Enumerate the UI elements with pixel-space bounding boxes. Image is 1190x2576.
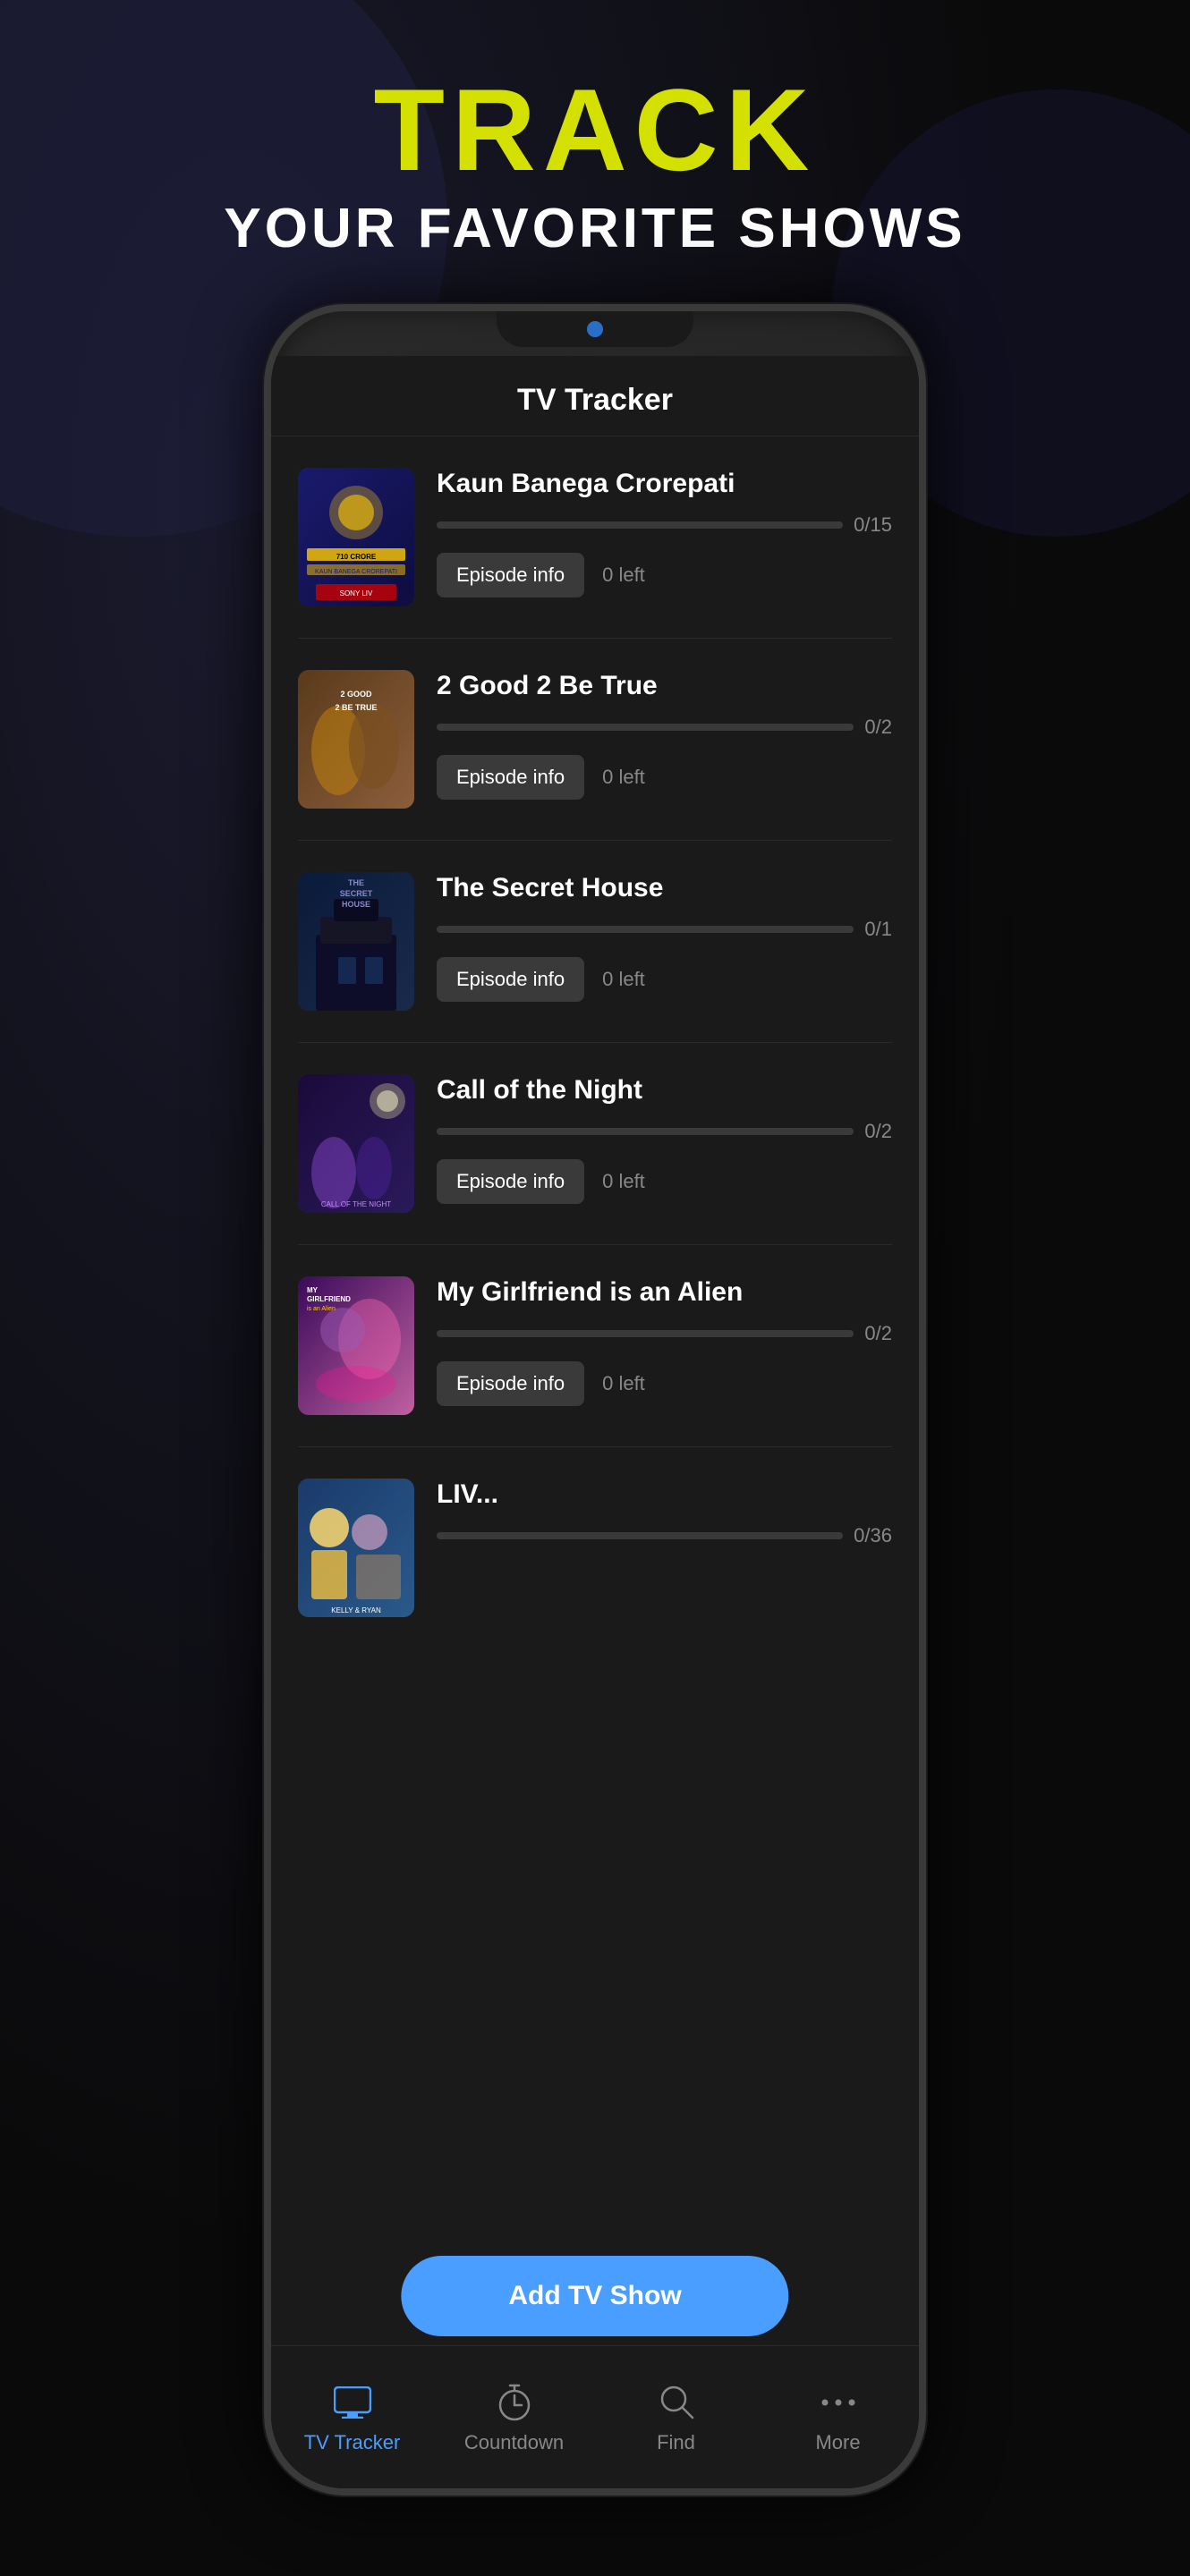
nav-item-find[interactable]: Find (614, 2381, 739, 2454)
show-thumbnail-2good: 2 GOOD 2 BE TRUE (298, 670, 414, 809)
show-thumbnail-secret: THE SECRET HOUSE (298, 872, 414, 1011)
phone-frame: TV Tracker (264, 304, 926, 2496)
more-icon (817, 2381, 860, 2424)
nav-item-tv-tracker[interactable]: TV Tracker (290, 2381, 415, 2454)
progress-row-night: 0/2 (437, 1120, 892, 1143)
svg-text:MY: MY (307, 1286, 319, 1294)
svg-text:SONY LIV: SONY LIV (340, 589, 373, 597)
left-text-secret: 0 left (602, 968, 645, 991)
phone-screen: TV Tracker (271, 356, 919, 2488)
nav-label-more: More (815, 2431, 860, 2454)
svg-text:THE: THE (348, 878, 364, 887)
show-info-kbc: Kaun Banega Crorepati 0/15 Episode info … (437, 468, 892, 597)
show-title-secret: The Secret House (437, 872, 892, 904)
shows-list[interactable]: 710 CRORE KAUN BANEGA CROREPATI SONY LIV… (271, 436, 919, 2417)
header-subtitle: YOUR FAVORITE SHOWS (0, 197, 1190, 260)
show-thumbnail-night: CALL OF THE NIGHT (298, 1074, 414, 1213)
notch-camera (587, 321, 603, 337)
show-item-alien: MY GIRLFRIEND is an Alien My Girlfriend … (298, 1245, 892, 1447)
progress-bar-bg-2good (437, 724, 854, 731)
show-thumbnail-alien: MY GIRLFRIEND is an Alien (298, 1276, 414, 1415)
show-info-alien: My Girlfriend is an Alien 0/2 Episode in… (437, 1276, 892, 1406)
episode-info-btn-secret[interactable]: Episode info (437, 957, 584, 1002)
find-icon (655, 2381, 698, 2424)
left-text-alien: 0 left (602, 1372, 645, 1395)
nav-item-countdown[interactable]: Countdown (452, 2381, 577, 2454)
svg-text:2 GOOD: 2 GOOD (340, 690, 372, 699)
show-title-night: Call of the Night (437, 1074, 892, 1106)
progress-text-secret: 0/1 (864, 918, 892, 941)
progress-row-secret: 0/1 (437, 918, 892, 941)
left-text-kbc: 0 left (602, 564, 645, 587)
progress-row-2good: 0/2 (437, 716, 892, 739)
show-item-night: CALL OF THE NIGHT Call of the Night 0/2 … (298, 1043, 892, 1245)
show-thumbnail-kbc: 710 CRORE KAUN BANEGA CROREPATI SONY LIV (298, 468, 414, 606)
show-title-2good: 2 Good 2 Be True (437, 670, 892, 702)
progress-row-kbc: 0/15 (437, 513, 892, 537)
nav-item-more[interactable]: More (776, 2381, 901, 2454)
nav-label-tv-tracker: TV Tracker (304, 2431, 401, 2454)
svg-text:2 BE TRUE: 2 BE TRUE (335, 703, 377, 712)
show-actions-secret: Episode info 0 left (437, 957, 892, 1002)
episode-info-btn-alien[interactable]: Episode info (437, 1361, 584, 1406)
show-actions-alien: Episode info 0 left (437, 1361, 892, 1406)
progress-text-2good: 0/2 (864, 716, 892, 739)
progress-text-live: 0/36 (854, 1524, 892, 1547)
show-actions-kbc: Episode info 0 left (437, 553, 892, 597)
episode-info-btn-night[interactable]: Episode info (437, 1159, 584, 1204)
episode-info-btn-kbc[interactable]: Episode info (437, 553, 584, 597)
svg-text:KAUN BANEGA CROREPATI: KAUN BANEGA CROREPATI (315, 569, 397, 575)
progress-text-night: 0/2 (864, 1120, 892, 1143)
app-title: TV Tracker (271, 383, 919, 418)
progress-bar-bg-live (437, 1532, 843, 1539)
progress-text-alien: 0/2 (864, 1322, 892, 1345)
progress-bar-bg-alien (437, 1330, 854, 1337)
progress-text-kbc: 0/15 (854, 513, 892, 537)
svg-text:HOUSE: HOUSE (342, 900, 370, 909)
show-title-live: LIV... (437, 1479, 892, 1511)
show-thumbnail-live: KELLY & RYAN (298, 1479, 414, 1617)
tv-tracker-icon (331, 2381, 374, 2424)
progress-row-alien: 0/2 (437, 1322, 892, 1345)
svg-text:CALL OF THE NIGHT: CALL OF THE NIGHT (321, 1200, 391, 1208)
progress-bar-bg-secret (437, 926, 854, 933)
show-title-kbc: Kaun Banega Crorepati (437, 468, 892, 500)
svg-text:GIRLFRIEND: GIRLFRIEND (307, 1295, 351, 1303)
nav-label-countdown: Countdown (464, 2431, 564, 2454)
show-actions-2good: Episode info 0 left (437, 755, 892, 800)
svg-text:SECRET: SECRET (340, 889, 373, 898)
nav-label-find: Find (657, 2431, 695, 2454)
countdown-icon (493, 2381, 536, 2424)
svg-text:710 CRORE: 710 CRORE (336, 553, 377, 561)
add-tv-show-button[interactable]: Add TV Show (401, 2256, 788, 2336)
show-item-live: KELLY & RYAN LIV... 0/36 (298, 1447, 892, 1648)
header-track-title: TRACK (0, 72, 1190, 188)
show-info-live: LIV... 0/36 (437, 1479, 892, 1563)
left-text-night: 0 left (602, 1170, 645, 1193)
show-actions-night: Episode info 0 left (437, 1159, 892, 1204)
progress-bar-bg-night (437, 1128, 854, 1135)
header-section: TRACK YOUR FAVORITE SHOWS (0, 0, 1190, 260)
show-item-kbc: 710 CRORE KAUN BANEGA CROREPATI SONY LIV… (298, 436, 892, 639)
show-info-night: Call of the Night 0/2 Episode info 0 lef… (437, 1074, 892, 1204)
phone-notch (497, 311, 693, 347)
progress-bar-bg-kbc (437, 521, 843, 529)
show-info-2good: 2 Good 2 Be True 0/2 Episode info 0 left (437, 670, 892, 800)
app-title-bar: TV Tracker (271, 356, 919, 436)
svg-text:is an Alien: is an Alien (307, 1306, 336, 1312)
bottom-nav: TV Tracker Countdown (271, 2345, 919, 2488)
show-title-alien: My Girlfriend is an Alien (437, 1276, 892, 1309)
episode-info-btn-2good[interactable]: Episode info (437, 755, 584, 800)
show-item-2good: 2 GOOD 2 BE TRUE 2 Good 2 Be True 0/2 Ep… (298, 639, 892, 841)
progress-row-live: 0/36 (437, 1524, 892, 1547)
show-info-secret: The Secret House 0/1 Episode info 0 left (437, 872, 892, 1002)
left-text-2good: 0 left (602, 766, 645, 789)
svg-text:KELLY & RYAN: KELLY & RYAN (331, 1606, 381, 1614)
show-item-secret: THE SECRET HOUSE The Secret House 0/1 E (298, 841, 892, 1043)
